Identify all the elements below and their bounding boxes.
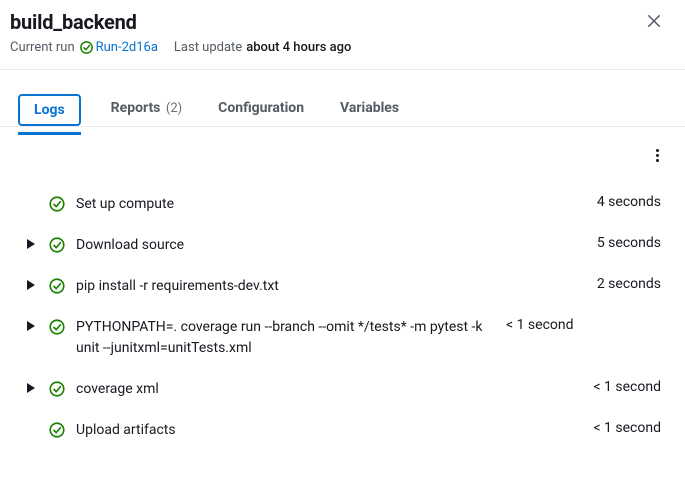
tab-reports[interactable]: Reports (2) (105, 92, 189, 126)
expand-col (24, 317, 38, 332)
expand-col (24, 420, 38, 423)
success-icon (79, 40, 94, 55)
expand-col (24, 235, 38, 250)
tab-logs[interactable]: Logs (18, 94, 81, 126)
last-update-value: about 4 hours ago (246, 40, 351, 55)
log-row: Upload artifacts < 1 second (20, 410, 665, 451)
close-icon (645, 12, 663, 30)
status-col (48, 235, 66, 254)
log-duration: 4 seconds (597, 194, 661, 210)
header: build_backend Current run Run-2d16a Last… (0, 0, 685, 70)
expand-col (24, 276, 38, 291)
current-run-label: Current run (10, 40, 75, 55)
status-col (48, 317, 66, 336)
log-row: PYTHONPATH=. coverage run --branch --omi… (20, 307, 665, 369)
log-row: Download source 5 seconds (20, 225, 665, 266)
log-row: pip install -r requirements-dev.txt 2 se… (20, 266, 665, 307)
success-icon (48, 318, 66, 336)
expand-toggle[interactable] (26, 382, 36, 394)
status-col (48, 420, 66, 439)
tab-reports-count: (2) (166, 101, 182, 116)
title-row: build_backend (10, 10, 665, 34)
expand-toggle[interactable] (26, 279, 36, 291)
status-col (48, 379, 66, 398)
actions-row (20, 139, 665, 184)
run-link[interactable]: Run-2d16a (79, 40, 158, 55)
log-duration: < 1 second (506, 317, 574, 333)
log-row: coverage xml < 1 second (20, 369, 665, 410)
run-id: Run-2d16a (96, 40, 158, 55)
success-icon (48, 236, 66, 254)
log-command: Upload artifacts (76, 420, 583, 441)
last-update-label: Last update (174, 40, 242, 55)
log-list: Set up compute 4 seconds Download source… (20, 184, 665, 451)
content: Set up compute 4 seconds Download source… (0, 127, 685, 451)
tab-variables[interactable]: Variables (334, 92, 405, 126)
success-icon (48, 421, 66, 439)
expand-toggle[interactable] (26, 238, 36, 250)
meta-row: Current run Run-2d16a Last update about … (10, 40, 665, 55)
caret-right-icon (26, 238, 36, 250)
success-icon (48, 380, 66, 398)
expand-col (24, 194, 38, 197)
caret-right-icon (26, 320, 36, 332)
status-col (48, 194, 66, 213)
status-col (48, 276, 66, 295)
log-duration: 2 seconds (597, 276, 661, 292)
log-command: Set up compute (76, 194, 587, 215)
log-command: coverage xml (76, 379, 583, 400)
page-title: build_backend (10, 10, 137, 34)
log-row: Set up compute 4 seconds (20, 184, 665, 225)
log-command: pip install -r requirements-dev.txt (76, 276, 587, 297)
tab-configuration[interactable]: Configuration (212, 92, 310, 126)
tabs: Logs Reports (2) Configuration Variables (0, 70, 685, 127)
log-duration: 5 seconds (597, 235, 661, 251)
caret-right-icon (26, 279, 36, 291)
log-duration: < 1 second (593, 379, 661, 395)
success-icon (48, 277, 66, 295)
success-icon (48, 195, 66, 213)
log-command: Download source (76, 235, 587, 256)
caret-right-icon (26, 382, 36, 394)
tab-reports-label: Reports (111, 100, 161, 116)
more-actions-button[interactable] (650, 145, 665, 166)
log-command: PYTHONPATH=. coverage run --branch --omi… (76, 317, 496, 359)
log-duration: < 1 second (593, 420, 661, 436)
expand-toggle[interactable] (26, 320, 36, 332)
close-button[interactable] (643, 10, 665, 32)
expand-col (24, 379, 38, 394)
